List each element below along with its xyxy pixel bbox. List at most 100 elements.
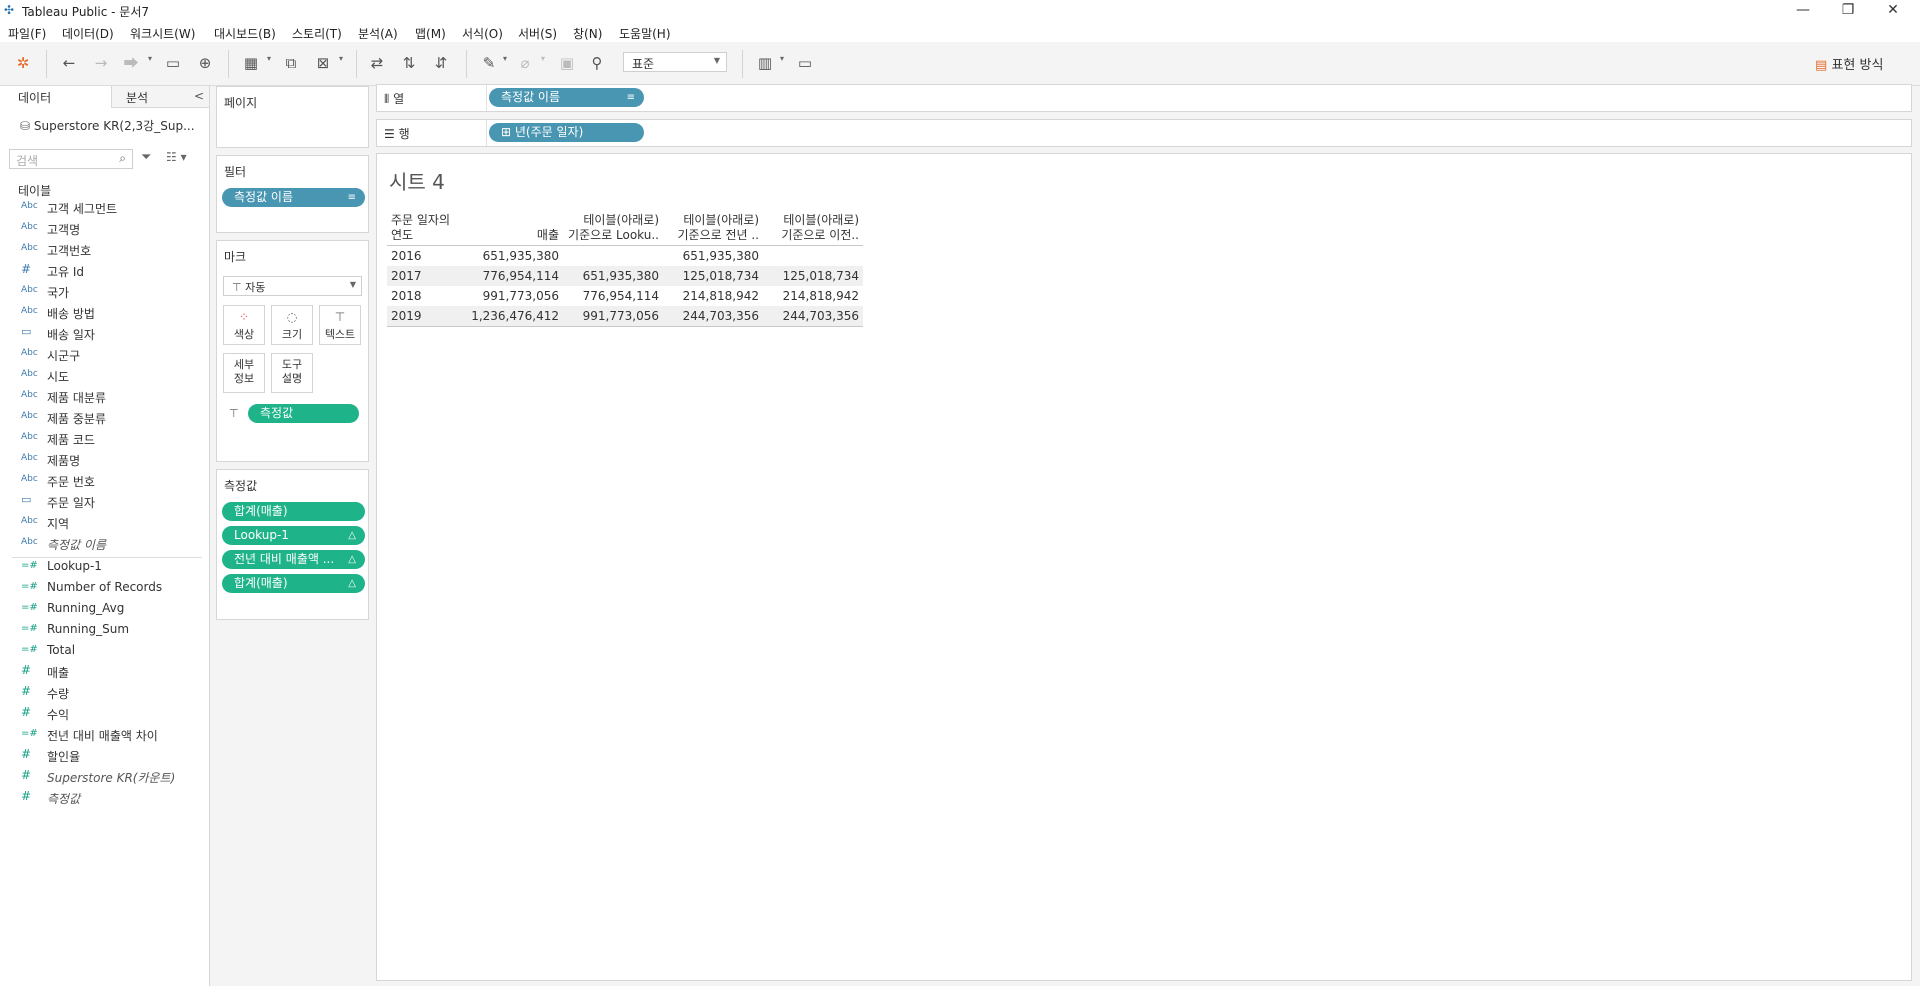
measure-pill-lookup[interactable]: Lookup-1 △ [222, 526, 365, 545]
chevron-down-icon[interactable]: ▾ [503, 54, 507, 63]
table-cell[interactable]: 651,935,380 [467, 246, 563, 267]
field-item[interactable]: Abc 고객번호 [0, 240, 209, 261]
show-me-button[interactable]: ▤ 표현 방식 [1815, 54, 1883, 73]
table-cell[interactable]: 1,236,476,412 [467, 306, 563, 327]
field-item[interactable]: =# Lookup-1 [0, 557, 209, 578]
columns-shelf[interactable]: ⦀ 열 측정값 이름 ≡ [376, 84, 1912, 112]
menu-help[interactable]: 도움말(H) [619, 25, 671, 42]
chevron-down-icon[interactable]: ▾ [148, 54, 152, 63]
close-button[interactable]: ✕ [1871, 0, 1915, 22]
table-cell[interactable]: 991,773,056 [467, 286, 563, 306]
field-item[interactable]: # 수량 [0, 683, 209, 704]
collapse-pane-button[interactable]: < [194, 89, 204, 103]
text-pill-measure-values[interactable]: 측정값 [248, 404, 359, 423]
marks-card[interactable]: 마크 ⊤ 자동 ▼ ⁘ 색상 ◌ 크기 ⊤ 텍스트 세부 정보 도구 설명 ⊤ … [216, 240, 369, 462]
column-header[interactable]: 매출 [467, 209, 563, 246]
group-icon[interactable]: ⌀ [514, 52, 536, 74]
menu-worksheet[interactable]: 워크시트(W) [130, 25, 195, 42]
table-cell[interactable]: 991,773,056 [563, 306, 663, 327]
field-item[interactable]: =# Number of Records [0, 578, 209, 599]
measure-pill-sum-sales[interactable]: 합계(매출) [222, 502, 365, 521]
search-input[interactable]: 검색 ⌕ [9, 149, 133, 169]
field-item[interactable]: # 수익 [0, 704, 209, 725]
fit-select[interactable]: 표준 ▼ [623, 52, 727, 72]
replay-icon[interactable]: ⮕ [120, 52, 142, 74]
pin-icon[interactable]: ⚲ [586, 52, 608, 74]
field-item[interactable]: ▭ 배송 일자 [0, 324, 209, 345]
table-cell[interactable]: 651,935,380 [563, 266, 663, 286]
table-cell[interactable]: 125,018,734 [663, 266, 763, 286]
view-options-icon[interactable]: ☷ ▾ [166, 150, 187, 164]
field-item[interactable]: Abc 지역 [0, 513, 209, 534]
columns-pill-measure-names[interactable]: 측정값 이름 ≡ [489, 88, 644, 107]
menu-story[interactable]: 스토리(T) [292, 25, 342, 42]
field-item[interactable]: # Superstore KR(카운트) [0, 767, 209, 788]
marks-text-button[interactable]: ⊤ 텍스트 [319, 305, 361, 345]
column-header[interactable]: 테이블(아래로) 기준으로 Looku.. [563, 209, 663, 246]
chevron-down-icon[interactable]: ▾ [339, 54, 343, 63]
duplicate-sheet-icon[interactable]: ⧉ [280, 52, 302, 74]
table-cell[interactable]: 651,935,380 [663, 246, 763, 267]
show-labels-icon[interactable]: ▣ [556, 52, 578, 74]
sort-descending-icon[interactable]: ⇵ [430, 52, 452, 74]
datasource-item[interactable]: ⛁ Superstore KR(2,3강_Sup... [20, 117, 195, 134]
minimize-button[interactable]: — [1781, 0, 1825, 22]
marks-detail-button[interactable]: 세부 정보 [223, 353, 265, 393]
field-item[interactable]: Abc 시도 [0, 366, 209, 387]
field-item[interactable]: # 측정값 [0, 788, 209, 809]
field-item[interactable]: Abc 제품명 [0, 450, 209, 471]
rows-pill-order-year[interactable]: ⊞ 년(주문 일자) [489, 123, 644, 142]
marks-size-button[interactable]: ◌ 크기 [271, 305, 313, 345]
field-item[interactable]: =# Running_Avg [0, 599, 209, 620]
sort-ascending-icon[interactable]: ⇅ [398, 52, 420, 74]
filter-icon[interactable]: ⏷ [141, 150, 151, 165]
chevron-down-icon[interactable]: ▾ [780, 54, 784, 63]
row-year[interactable]: 2019 [387, 306, 467, 327]
table-cell[interactable]: 125,018,734 [763, 266, 863, 286]
field-item[interactable]: Abc 제품 코드 [0, 429, 209, 450]
field-item[interactable]: Abc 배송 방법 [0, 303, 209, 324]
new-worksheet-icon[interactable]: ▦ [240, 52, 262, 74]
marks-tooltip-button[interactable]: 도구 설명 [271, 353, 313, 393]
measure-pill-yoy-diff[interactable]: 전년 대비 매출액 ... △ [222, 550, 365, 569]
marks-color-button[interactable]: ⁘ 색상 [223, 305, 265, 345]
field-item[interactable]: Abc 제품 대분류 [0, 387, 209, 408]
redo-icon[interactable]: → [90, 52, 112, 74]
pages-card[interactable]: 페이지 [216, 86, 369, 148]
field-item[interactable]: =# Running_Sum [0, 620, 209, 641]
table-cell[interactable] [563, 246, 663, 267]
undo-icon[interactable]: ← [58, 52, 80, 74]
filters-card[interactable]: 필터 측정값 이름 ≡ [216, 155, 369, 233]
mark-type-select[interactable]: ⊤ 자동 ▼ [223, 276, 362, 296]
new-datasource-icon[interactable]: ⊕ [194, 52, 216, 74]
rows-shelf[interactable]: ☰ 행 ⊞ 년(주문 일자) [376, 119, 1912, 147]
chevron-down-icon[interactable]: ▾ [541, 54, 545, 63]
row-year[interactable]: 2018 [387, 286, 467, 306]
measure-pill-sum-sales-2[interactable]: 합계(매출) △ [222, 574, 365, 593]
field-item[interactable]: # 고유 Id [0, 261, 209, 282]
table-cell[interactable]: 244,703,356 [763, 306, 863, 327]
menu-analysis[interactable]: 분석(A) [358, 25, 398, 42]
table-cell[interactable]: 214,818,942 [663, 286, 763, 306]
field-item[interactable]: Abc 고객 세그먼트 [0, 198, 209, 219]
chevron-down-icon[interactable]: ▾ [267, 54, 271, 63]
restore-button[interactable]: ❐ [1826, 0, 1870, 22]
column-header[interactable]: 테이블(아래로) 기준으로 전년 .. [663, 209, 763, 246]
sheet-title[interactable]: 시트 4 [389, 166, 445, 195]
save-icon[interactable]: ▭ [162, 52, 184, 74]
field-item[interactable]: =# Total [0, 641, 209, 662]
field-item[interactable]: =# 전년 대비 매출액 차이 [0, 725, 209, 746]
highlight-icon[interactable]: ✎ [478, 52, 500, 74]
filter-pill-measure-names[interactable]: 측정값 이름 ≡ [222, 188, 365, 207]
column-header[interactable]: 테이블(아래로) 기준으로 이전.. [763, 209, 863, 246]
field-item[interactable]: Abc 제품 중분류 [0, 408, 209, 429]
swap-rows-columns-icon[interactable]: ⇄ [366, 52, 388, 74]
row-year[interactable]: 2016 [387, 246, 467, 267]
field-item[interactable]: Abc 고객명 [0, 219, 209, 240]
menu-server[interactable]: 서버(S) [518, 25, 557, 42]
table-cell[interactable]: 776,954,114 [467, 266, 563, 286]
tableau-start-icon[interactable]: ✲ [12, 52, 34, 74]
row-year[interactable]: 2017 [387, 266, 467, 286]
menu-file[interactable]: 파일(F) [8, 25, 46, 42]
menu-window[interactable]: 창(N) [573, 25, 602, 42]
